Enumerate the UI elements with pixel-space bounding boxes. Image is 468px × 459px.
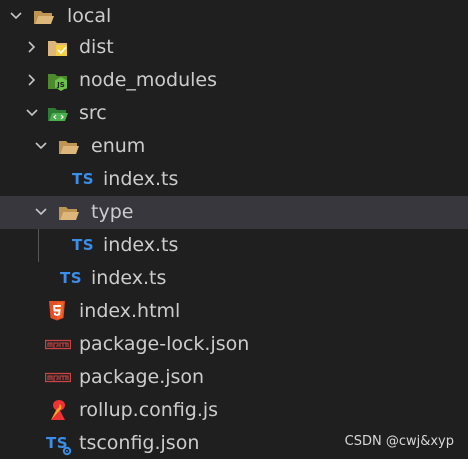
- folder-node-icon: JS: [48, 74, 67, 91]
- npm-icon: [45, 372, 71, 383]
- folder-open-icon: [59, 207, 79, 220]
- gear-icon: [62, 446, 72, 456]
- watermark-text: CSDN @cwj&xyp: [344, 434, 454, 449]
- tree-item-label: enum: [91, 135, 146, 157]
- chevron-right-icon: [28, 74, 36, 86]
- typescript-icon: TS: [72, 236, 95, 254]
- tree-item-enum-index-ts[interactable]: TS index.ts: [0, 163, 468, 196]
- tree-item-src-index-ts[interactable]: TS index.ts: [0, 262, 468, 295]
- tree-item-label: index.ts: [91, 267, 167, 289]
- tree-item-enum[interactable]: enum: [0, 130, 468, 163]
- folder-open-icon: [59, 141, 79, 154]
- tree-item-index-html[interactable]: index.html: [0, 295, 468, 328]
- chevron-right-icon: [28, 41, 36, 53]
- svg-text:JS: JS: [56, 81, 65, 89]
- file-explorer-tree: local dist JS node_modules src enum TS i…: [0, 0, 468, 459]
- folder-dist-icon: [48, 41, 67, 56]
- tree-item-label: rollup.config.js: [79, 399, 219, 421]
- tree-item-type-index-ts[interactable]: TS index.ts: [0, 229, 468, 262]
- tree-item-label: package-lock.json: [79, 333, 250, 355]
- tree-item-label: dist: [79, 36, 114, 58]
- chevron-down-icon: [35, 208, 47, 216]
- tree-item-label: tsconfig.json: [79, 432, 200, 454]
- chevron-down-icon: [35, 142, 47, 150]
- tree-item-label: node_modules: [79, 69, 218, 91]
- tree-item-label: type: [91, 201, 134, 223]
- tree-item-label: index.html: [79, 300, 181, 322]
- rollup-icon: [51, 400, 65, 420]
- tree-item-dist[interactable]: dist: [0, 31, 468, 64]
- tree-item-type[interactable]: type: [0, 196, 468, 229]
- tree-item-local[interactable]: local: [0, 0, 468, 33]
- typescript-icon: TS: [72, 170, 95, 188]
- tree-item-label: index.ts: [103, 234, 179, 256]
- tree-item-rollup-config-js[interactable]: rollup.config.js: [0, 394, 468, 427]
- chevron-down-icon: [10, 12, 22, 20]
- npm-icon: [45, 339, 71, 350]
- tree-item-src[interactable]: src: [0, 97, 468, 130]
- chevron-down-icon: [26, 109, 38, 117]
- html5-icon: [49, 301, 65, 321]
- tree-item-package-json[interactable]: package.json: [0, 361, 468, 394]
- typescript-icon: TS: [60, 269, 83, 287]
- tree-item-label: local: [67, 5, 112, 27]
- tree-item-label: src: [79, 102, 107, 124]
- folder-src-icon: [48, 108, 68, 121]
- folder-open-icon: [34, 11, 54, 24]
- tree-item-label: index.ts: [103, 168, 179, 190]
- tree-item-label: package.json: [79, 366, 205, 388]
- tree-item-package-lock-json[interactable]: package-lock.json: [0, 328, 468, 361]
- tree-item-node-modules[interactable]: JS node_modules: [0, 64, 468, 97]
